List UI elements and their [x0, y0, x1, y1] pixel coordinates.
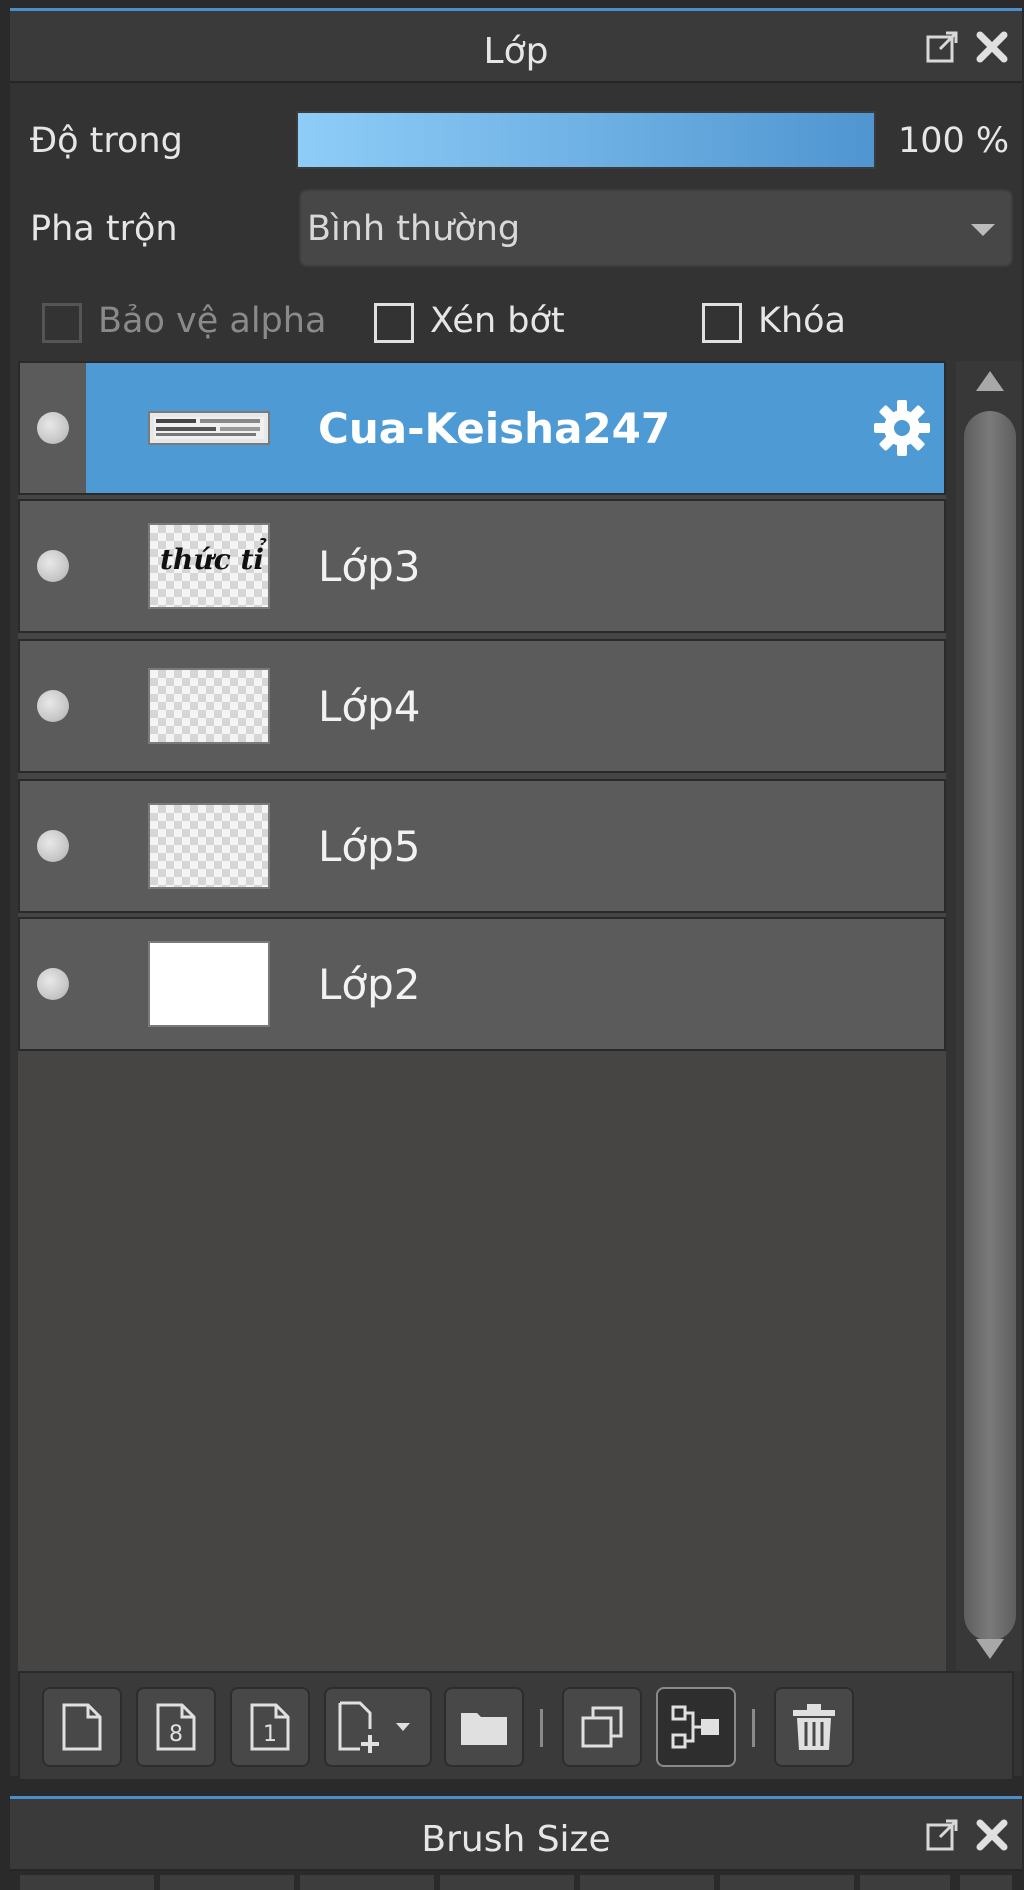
brush-size-cell[interactable] — [960, 1875, 1012, 1890]
layer-name: Cua-Keisha247 — [318, 404, 671, 453]
layer-name: Lớp2 — [318, 960, 421, 1009]
float-window-icon[interactable] — [922, 1815, 962, 1855]
visibility-dot-icon — [37, 412, 69, 444]
close-icon[interactable] — [972, 1815, 1012, 1855]
layer-thumbnail: thức tỉ — [148, 523, 270, 609]
layer-row[interactable]: Lớp5 — [18, 779, 946, 913]
close-icon[interactable] — [972, 27, 1012, 67]
opacity-slider[interactable] — [296, 111, 876, 169]
clip-checkbox[interactable] — [374, 303, 414, 343]
folder-icon — [461, 1713, 507, 1745]
blend-mode-select[interactable]: Bình thường — [299, 189, 1013, 267]
visibility-toggle[interactable] — [20, 781, 86, 911]
layer-row[interactable]: Lớp4 — [18, 639, 946, 773]
duplicate-layer-button[interactable] — [562, 1687, 642, 1767]
brush-size-cell[interactable] — [20, 1875, 154, 1890]
layer-list: Cua-Keisha247 thức tỉ Lớp3 Lớp4 Lớp5 Lớp… — [18, 361, 946, 1671]
new-folder-button[interactable] — [444, 1687, 524, 1767]
visibility-dot-icon — [37, 690, 69, 722]
clip-label: Xén bớt — [430, 301, 565, 341]
new-8bit-layer-button[interactable]: 8 — [136, 1687, 216, 1767]
visibility-dot-icon — [37, 830, 69, 862]
lock-checkbox[interactable] — [702, 303, 742, 343]
brush-size-cell[interactable] — [300, 1875, 434, 1890]
new-1bit-layer-button[interactable]: 1 — [230, 1687, 310, 1767]
layer-thumbnail — [148, 411, 270, 445]
svg-text:8: 8 — [169, 1722, 183, 1747]
layer-name: Lớp4 — [318, 682, 421, 731]
float-window-icon[interactable] — [922, 27, 962, 67]
toolbar-separator — [540, 1709, 543, 1747]
layer-row[interactable]: Cua-Keisha247 — [18, 361, 946, 495]
chevron-down-icon — [971, 224, 995, 236]
brush-size-cell[interactable] — [440, 1875, 574, 1890]
protect-alpha-label: Bảo vệ alpha — [98, 301, 327, 341]
scroll-up-icon[interactable] — [976, 371, 1004, 391]
layer-row[interactable]: thức tỉ Lớp3 — [18, 499, 946, 633]
layer-thumbnail — [148, 803, 270, 889]
brush-size-cell[interactable] — [160, 1875, 294, 1890]
panel-titlebar: Lớp — [10, 11, 1022, 83]
brush-size-panel: Brush Size — [10, 1796, 1022, 1890]
visibility-dot-icon — [37, 550, 69, 582]
panel-title: Brush Size — [421, 1819, 611, 1860]
scroll-down-icon[interactable] — [976, 1639, 1004, 1659]
blend-mode-value: Bình thường — [307, 209, 521, 249]
layer-panel: Lớp Độ trong 100 % Pha trộn Bình thường … — [10, 8, 1022, 1781]
merge-down-icon — [671, 1705, 719, 1749]
layer-name: Lớp3 — [318, 542, 421, 591]
protect-alpha-checkbox[interactable] — [42, 303, 82, 343]
layer-list-scrollbar[interactable] — [956, 361, 1022, 1671]
layer-name: Lớp5 — [318, 822, 421, 871]
new-8bit-layer-icon: 8 — [156, 1703, 196, 1751]
duplicate-icon — [581, 1706, 623, 1748]
layer-thumbnail — [148, 668, 270, 744]
svg-text:1: 1 — [263, 1722, 277, 1747]
trash-icon — [793, 1704, 835, 1750]
visibility-toggle[interactable] — [20, 919, 86, 1049]
visibility-toggle[interactable] — [20, 501, 86, 631]
opacity-value: 100 % — [898, 121, 1010, 161]
add-layer-menu-icon — [338, 1701, 410, 1753]
layer-thumbnail — [148, 941, 270, 1027]
merge-down-button[interactable] — [656, 1687, 736, 1767]
add-layer-menu-button[interactable] — [324, 1687, 432, 1767]
panel-title: Lớp — [483, 31, 549, 72]
lock-label: Khóa — [758, 301, 846, 341]
brush-size-cell[interactable] — [720, 1875, 854, 1890]
delete-layer-button[interactable] — [774, 1687, 854, 1767]
toolbar-separator — [752, 1709, 755, 1747]
new-1bit-layer-icon: 1 — [250, 1703, 290, 1751]
layer-row[interactable]: Lớp2 — [18, 917, 946, 1051]
new-layer-button[interactable] — [42, 1687, 122, 1767]
thumbnail-text: thức tỉ — [160, 543, 265, 576]
brush-size-strip — [10, 1871, 1022, 1890]
gear-icon[interactable] — [870, 396, 934, 460]
visibility-toggle[interactable] — [20, 363, 86, 493]
brush-size-cell[interactable] — [580, 1875, 714, 1890]
opacity-label: Độ trong — [30, 121, 183, 161]
visibility-dot-icon — [37, 968, 69, 1000]
brush-size-cell[interactable] — [860, 1875, 950, 1890]
new-layer-icon — [62, 1703, 102, 1751]
visibility-toggle[interactable] — [20, 641, 86, 771]
layer-toolbar: 8 1 — [18, 1671, 1014, 1781]
blend-label: Pha trộn — [30, 209, 178, 249]
scroll-thumb[interactable] — [964, 411, 1016, 1641]
panel-titlebar: Brush Size — [10, 1799, 1022, 1871]
